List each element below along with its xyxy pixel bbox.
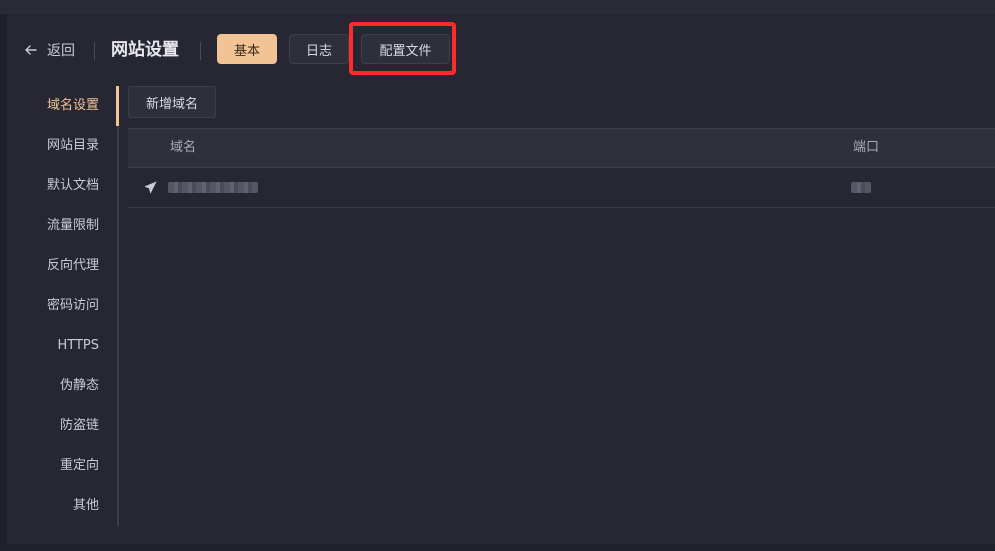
tab-basic[interactable]: 基本 — [217, 34, 277, 64]
column-port: 端口 — [853, 140, 880, 155]
port-value-redacted — [851, 182, 871, 193]
sidebar-item-site-directory[interactable]: 网站目录 — [47, 126, 99, 166]
back-button[interactable]: 返回 — [23, 38, 75, 62]
header: 返回 网站设置 基本 日志 配置文件 — [7, 14, 995, 86]
send-icon — [144, 181, 157, 194]
sidebar-divider — [117, 86, 119, 526]
sidebar-item-domain-settings[interactable]: 域名设置 — [47, 86, 99, 126]
sidebar-item-traffic-limit[interactable]: 流量限制 — [47, 206, 99, 246]
table-row[interactable] — [128, 168, 995, 208]
sidebar: 域名设置 网站目录 默认文档 流量限制 反向代理 密码访问 HTTPS 伪静态 … — [7, 86, 119, 526]
highlight-box — [349, 22, 456, 75]
arrow-left-icon — [25, 45, 37, 55]
sidebar-item-reverse-proxy[interactable]: 反向代理 — [47, 246, 99, 286]
domain-value-redacted — [168, 182, 258, 193]
sidebar-item-https[interactable]: HTTPS — [57, 326, 99, 366]
add-domain-button[interactable]: 新增域名 — [128, 86, 216, 118]
column-domain: 域名 — [170, 140, 197, 155]
tab-logs[interactable]: 日志 — [289, 34, 349, 64]
site-settings-panel: 返回 网站设置 基本 日志 配置文件 域名设置 网站目录 默认文档 流量限制 反… — [7, 14, 995, 544]
sidebar-item-other[interactable]: 其他 — [73, 486, 99, 526]
table-header: 域名 端口 — [128, 128, 995, 168]
page-title: 网站设置 — [111, 40, 179, 60]
sidebar-item-password-access[interactable]: 密码访问 — [47, 286, 99, 326]
sidebar-item-rewrite[interactable]: 伪静态 — [60, 366, 99, 406]
sidebar-item-redirect[interactable]: 重定向 — [60, 446, 99, 486]
divider — [200, 42, 201, 60]
divider — [94, 42, 95, 60]
window-top-strip — [0, 0, 995, 14]
sidebar-active-indicator — [116, 86, 119, 126]
sidebar-item-hotlink-protection[interactable]: 防盗链 — [60, 406, 99, 446]
back-label: 返回 — [47, 43, 75, 59]
sidebar-item-default-document[interactable]: 默认文档 — [47, 166, 99, 206]
